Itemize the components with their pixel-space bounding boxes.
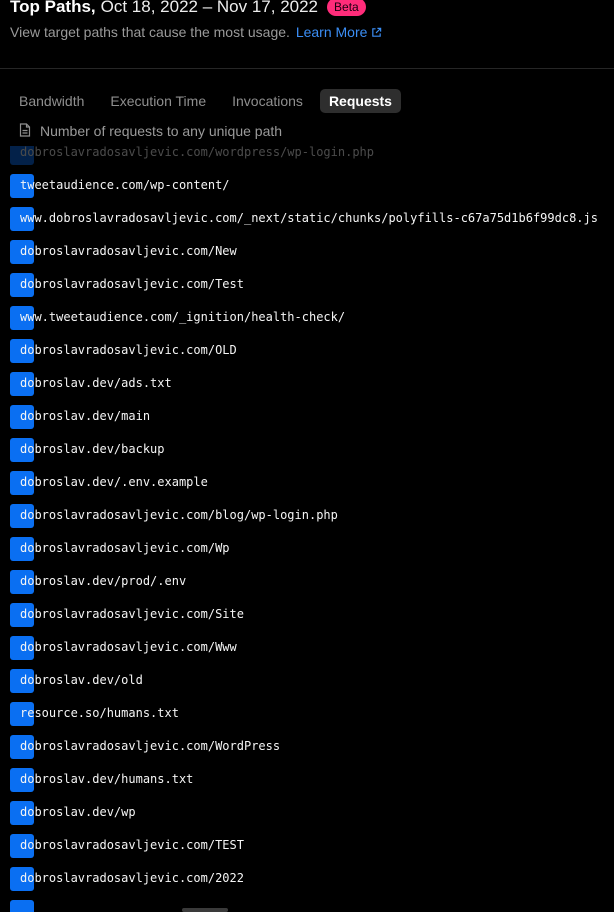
path-row[interactable]: tweetaudience.com/wp-content/ (0, 166, 614, 199)
path-label[interactable]: dobroslavradosavljevic.com/WordPress (20, 739, 280, 754)
path-label[interactable]: dobroslavradosavljevic.com/TEST (20, 838, 244, 853)
path-label[interactable]: dobroslavradosavljevic.com/Site (20, 607, 244, 622)
path-label[interactable]: dobroslavradosavljevic.com/OLD (20, 343, 237, 358)
path-row[interactable]: dobroslavradosavljevic.com/Site (0, 595, 614, 628)
path-label[interactable]: dobroslav.dev/wp (20, 805, 136, 820)
path-label[interactable]: dobroslav.dev/ads.txt (20, 376, 172, 391)
path-label[interactable]: dobroslav.dev/backup (20, 442, 165, 457)
beta-badge: Beta (327, 0, 366, 16)
path-label[interactable]: dobroslavradosavljevic.com/blog/wp-login… (20, 508, 338, 523)
scrollbar-thumb[interactable] (182, 908, 228, 912)
path-row[interactable]: dobroslav.dev/prod/.env (0, 562, 614, 595)
path-label[interactable]: dobroslavradosavljevic.com/New (20, 244, 237, 259)
subtitle-text: View target paths that cause the most us… (10, 24, 290, 40)
tab-bandwidth[interactable]: Bandwidth (10, 89, 93, 113)
date-range: Oct 18, 2022 – Nov 17, 2022 (100, 0, 319, 16)
learn-more-label[interactable]: Learn More (296, 24, 368, 40)
path-label[interactable]: dobroslavradosavljevic.com/Www (20, 640, 237, 655)
path-row[interactable]: dobroslavradosavljevic.com/TEST (0, 826, 614, 859)
path-label[interactable]: www.dobroslavradosavljevic.com/_next/sta… (20, 211, 598, 226)
path-row[interactable]: dobroslavradosavljevic.com/blog/wp-login… (0, 496, 614, 529)
path-label[interactable]: www.tweetaudience.com/_ignition/health-c… (20, 310, 345, 325)
path-row[interactable]: dobroslavradosavljevic.com/OLD (0, 331, 614, 364)
path-row[interactable]: dobroslavradosavljevic.com/Wp (0, 529, 614, 562)
path-row[interactable]: dobroslav.dev/.env.example (0, 463, 614, 496)
path-label[interactable]: dobroslavradosavljevic.com/2022 (20, 871, 244, 886)
description-text: Number of requests to any unique path (40, 123, 283, 139)
paths-list-content: dobroslavradosavljevic.com/wordpress/wp-… (0, 146, 614, 912)
path-row[interactable]: dobroslavradosavljevic.com/WordPress (0, 727, 614, 760)
path-row[interactable]: dobroslav.dev/wp (0, 793, 614, 826)
path-row[interactable]: www.tweetaudience.com/_ignition/health-c… (0, 298, 614, 331)
path-label[interactable]: resource.so/humans.txt (20, 706, 179, 721)
path-label[interactable]: dobroslavradosavljevic.com/Test (20, 277, 244, 292)
path-label[interactable]: tweetaudience.com/wp-content/ (20, 178, 230, 193)
tab-execution-time[interactable]: Execution Time (101, 89, 215, 113)
learn-more-link[interactable]: Learn More (296, 24, 383, 40)
path-row[interactable]: www.dobroslavradosavljevic.com/_next/sta… (0, 199, 614, 232)
horizontal-scrollbar[interactable] (0, 908, 614, 912)
external-link-icon[interactable] (371, 25, 382, 41)
tab-requests[interactable]: Requests (319, 89, 401, 113)
path-label[interactable]: dobroslav.dev/.env.example (20, 475, 208, 490)
metric-tabs: Bandwidth Execution Time Invocations Req… (10, 89, 401, 113)
path-row[interactable]: resource.so/humans.txt (0, 694, 614, 727)
subtitle-row: View target paths that cause the most us… (10, 24, 610, 41)
path-label[interactable]: dobroslavradosavljevic.com/Wp (20, 541, 230, 556)
path-label[interactable]: dobroslav.dev/main (20, 409, 150, 424)
tab-invocations[interactable]: Invocations (223, 89, 312, 113)
path-row[interactable]: dobroslav.dev/backup (0, 430, 614, 463)
path-row[interactable]: dobroslavradosavljevic.com/Www (0, 628, 614, 661)
title-row: Top Paths, Oct 18, 2022 – Nov 17, 2022 B… (10, 0, 610, 16)
path-row[interactable]: dobroslavradosavljevic.com/Test (0, 265, 614, 298)
page-title: Top Paths, (10, 0, 96, 16)
path-row[interactable]: dobroslavradosavljevic.com/2022 (0, 859, 614, 892)
metric-description: Number of requests to any unique path (19, 122, 282, 140)
document-icon (19, 122, 31, 140)
path-row[interactable]: dobroslavradosavljevic.com/New (0, 232, 614, 265)
path-row[interactable]: dobroslav.dev/humans.txt (0, 760, 614, 793)
path-row[interactable]: dobroslav.dev/old (0, 661, 614, 694)
path-label[interactable]: dobroslav.dev/old (20, 673, 143, 688)
path-label[interactable]: dobroslavradosavljevic.com/wordpress/wp-… (20, 146, 374, 160)
path-row[interactable]: dobroslav.dev/main (0, 397, 614, 430)
page-header: Top Paths, Oct 18, 2022 – Nov 17, 2022 B… (10, 0, 610, 41)
header-divider (0, 68, 614, 69)
paths-list[interactable]: dobroslavradosavljevic.com/wordpress/wp-… (0, 146, 614, 912)
path-row[interactable]: dobroslavradosavljevic.com/wordpress/wp-… (0, 146, 614, 166)
path-row[interactable]: dobroslav.dev/ads.txt (0, 364, 614, 397)
path-label[interactable]: dobroslav.dev/prod/.env (20, 574, 186, 589)
path-label[interactable]: dobroslav.dev/humans.txt (20, 772, 193, 787)
